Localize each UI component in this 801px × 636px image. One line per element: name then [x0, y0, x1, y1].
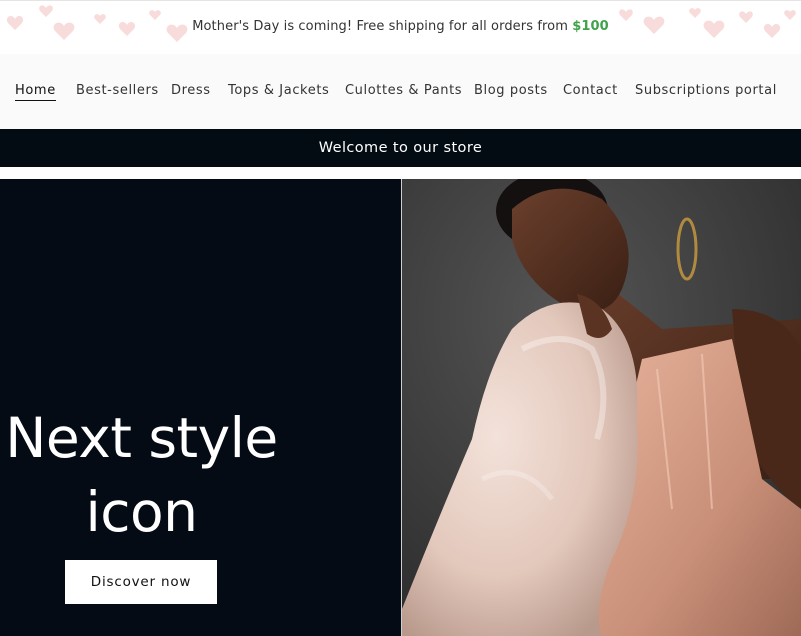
hero-title-line-2: icon: [85, 480, 198, 544]
shipping-threshold-amount: $100: [572, 19, 609, 34]
hero-text-panel: Next style icon Discover now: [0, 179, 401, 636]
nav-item-tops-jackets[interactable]: Tops & Jackets: [228, 83, 329, 98]
nav-item-dress[interactable]: Dress: [171, 83, 211, 98]
nav-item-culottes-pants[interactable]: Culottes & Pants: [345, 83, 462, 98]
welcome-banner: Welcome to our store: [0, 129, 801, 167]
announcement-message: Mother's Day is coming! Free shipping fo…: [192, 19, 573, 34]
nav-item-contact[interactable]: Contact: [563, 83, 618, 98]
nav-item-blog-posts[interactable]: Blog posts: [474, 83, 548, 98]
discover-now-button[interactable]: Discover now: [65, 560, 217, 604]
hero-title-line-1: Next style: [5, 406, 278, 470]
nav-item-best-sellers[interactable]: Best-sellers: [76, 83, 159, 98]
fashion-model-photo: [402, 179, 801, 636]
hero-image[interactable]: [402, 179, 801, 636]
announcement-bar: Mother's Day is coming! Free shipping fo…: [0, 0, 801, 54]
welcome-text: Welcome to our store: [318, 140, 483, 156]
announcement-text: Mother's Day is coming! Free shipping fo…: [0, 19, 801, 34]
nav-item-subscriptions-portal[interactable]: Subscriptions portal: [635, 83, 777, 98]
main-nav: Home Best-sellers Dress Tops & Jackets C…: [0, 54, 801, 129]
nav-item-home[interactable]: Home: [15, 83, 56, 101]
hero-title: Next style icon: [0, 401, 283, 549]
